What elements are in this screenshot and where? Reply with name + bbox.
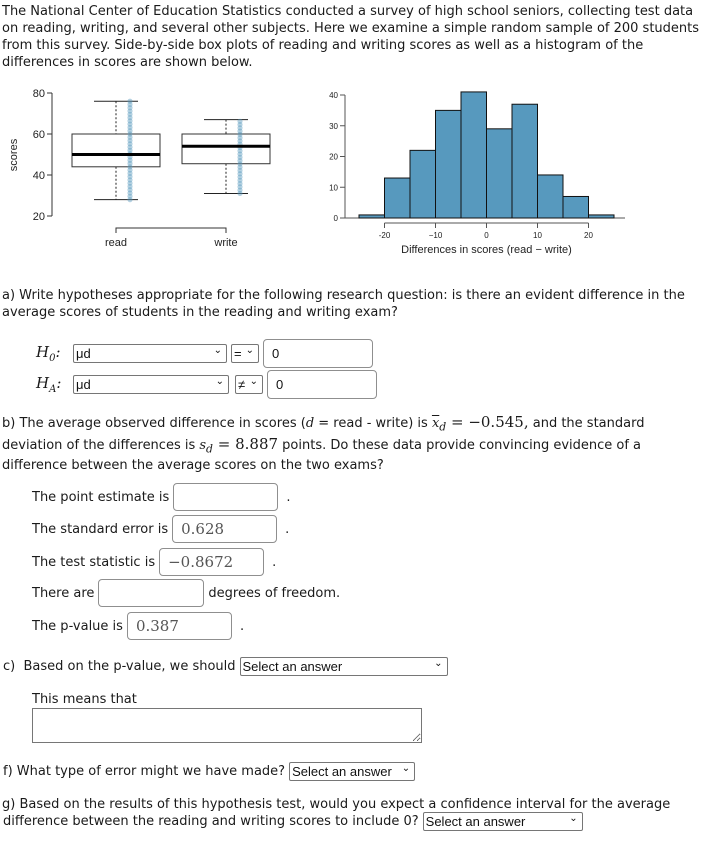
histogram-bar (537, 174, 564, 219)
y-tick-label: 40 (329, 91, 338, 100)
histogram-bar (588, 214, 615, 219)
histogram-bar (384, 177, 411, 219)
ha-parameter-select[interactable]: μd (73, 374, 229, 394)
x-tick-label: 0 (484, 231, 489, 240)
p-value-input[interactable]: 0.387 (126, 612, 232, 640)
standard-error-input[interactable]: 0.628 (172, 515, 278, 543)
histogram-bar (486, 128, 513, 219)
point-estimate-input[interactable] (173, 483, 279, 511)
data-point (237, 118, 243, 124)
part-c-row: c) Based on the p-value, we should Selec… (3, 657, 448, 676)
standard-error-label: The standard error is (32, 521, 169, 537)
y-tick-label: 80 (33, 88, 45, 100)
part-c-select[interactable]: Select an answer (239, 657, 448, 676)
point-estimate-row: The point estimate is . (32, 483, 290, 511)
h0-parameter-select[interactable]: μd (73, 343, 227, 363)
box-write (181, 133, 271, 165)
y-tick-label: 10 (329, 183, 338, 192)
part-g-row: difference between the reading and writi… (3, 812, 583, 831)
standard-error-row: The standard error is 0.628 . (32, 515, 289, 543)
test-statistic-label: The test statistic is (32, 554, 156, 570)
part-f-select[interactable]: Select an answer (289, 762, 416, 781)
ha-operator-select[interactable]: ≠ (235, 374, 263, 394)
histogram-bar (358, 214, 385, 219)
degrees-of-freedom-row: There are degrees of freedom. (32, 579, 340, 607)
this-means-label: This means that (32, 692, 137, 707)
ha-label: HA: (36, 373, 62, 395)
x-tick-label: -20 (379, 231, 391, 240)
part-g-question-line2: difference between the reading and writi… (3, 814, 419, 829)
y-tick-label: 30 (329, 122, 338, 131)
p-value-row: The p-value is 0.387 . (32, 612, 244, 640)
box-read (71, 133, 161, 168)
part-g-question-line1: g) Based on the results of this hypothes… (2, 797, 671, 812)
point-estimate-label: The point estimate is (32, 489, 170, 505)
charts: 20406080scoresread write 010203040-20 −10 0… (8, 88, 625, 256)
part-b-question: b) The average observed difference in sc… (2, 413, 645, 474)
h0-label: H0: (36, 342, 61, 364)
y-tick-label: 20 (329, 153, 338, 162)
x-tick-label: 20 (584, 231, 593, 240)
df-label-post: degrees of freedom. (208, 585, 341, 601)
h0-operator-select[interactable]: = (231, 343, 259, 363)
h0-value-input[interactable] (263, 338, 373, 368)
histogram-bar (562, 195, 589, 219)
part-f-question: f) What type of error might we have made… (3, 764, 286, 779)
test-statistic-row: The test statistic is −0.8672 . (32, 548, 276, 576)
data-point (127, 98, 133, 104)
y-tick-label: 60 (33, 129, 45, 141)
y-tick-label: 40 (33, 170, 45, 182)
y-axis-label: scores (8, 138, 20, 171)
p-value-label: The p-value is (32, 618, 123, 634)
x-tick-label: −10 (429, 231, 443, 240)
x-tick-label: write (213, 237, 237, 249)
y-tick-label: 0 (334, 214, 339, 223)
part-g-select[interactable]: Select an answer (422, 812, 583, 831)
intro-text: The National Center of Education Statist… (2, 4, 700, 70)
part-a-question: a) Write hypotheses appropriate for the … (2, 288, 685, 320)
x-tick-label: 10 (533, 231, 542, 240)
x-axis (115, 227, 227, 233)
test-statistic-input[interactable]: −0.8672 (159, 548, 265, 576)
h0-row: H0: μd ⌄ = ⌄ (36, 338, 373, 368)
histogram-bar (511, 103, 538, 219)
part-f-row: f) What type of error might we have made… (3, 762, 416, 781)
x-axis-label: Differences in scores (read − write) (401, 244, 572, 256)
histogram-bar (460, 91, 487, 219)
this-means-textarea[interactable] (32, 708, 422, 743)
ha-value-input[interactable] (267, 369, 377, 399)
y-tick-label: 20 (33, 211, 45, 223)
histogram-bar (409, 149, 436, 219)
ha-row: HA: μd ⌄ ≠ ⌄ (36, 369, 377, 399)
histogram: 0 10 20 30 40 -20 −10 0 10 20 Differences in score… (329, 91, 625, 256)
histogram-bar (435, 109, 462, 219)
box-plot: 20 40 60 80 scores read write (8, 88, 271, 249)
part-c-question: c) Based on the p-value, we should (3, 659, 236, 674)
x-tick-label: read (105, 237, 127, 249)
df-label-pre: There are (32, 585, 95, 601)
degrees-of-freedom-input[interactable] (98, 579, 205, 607)
